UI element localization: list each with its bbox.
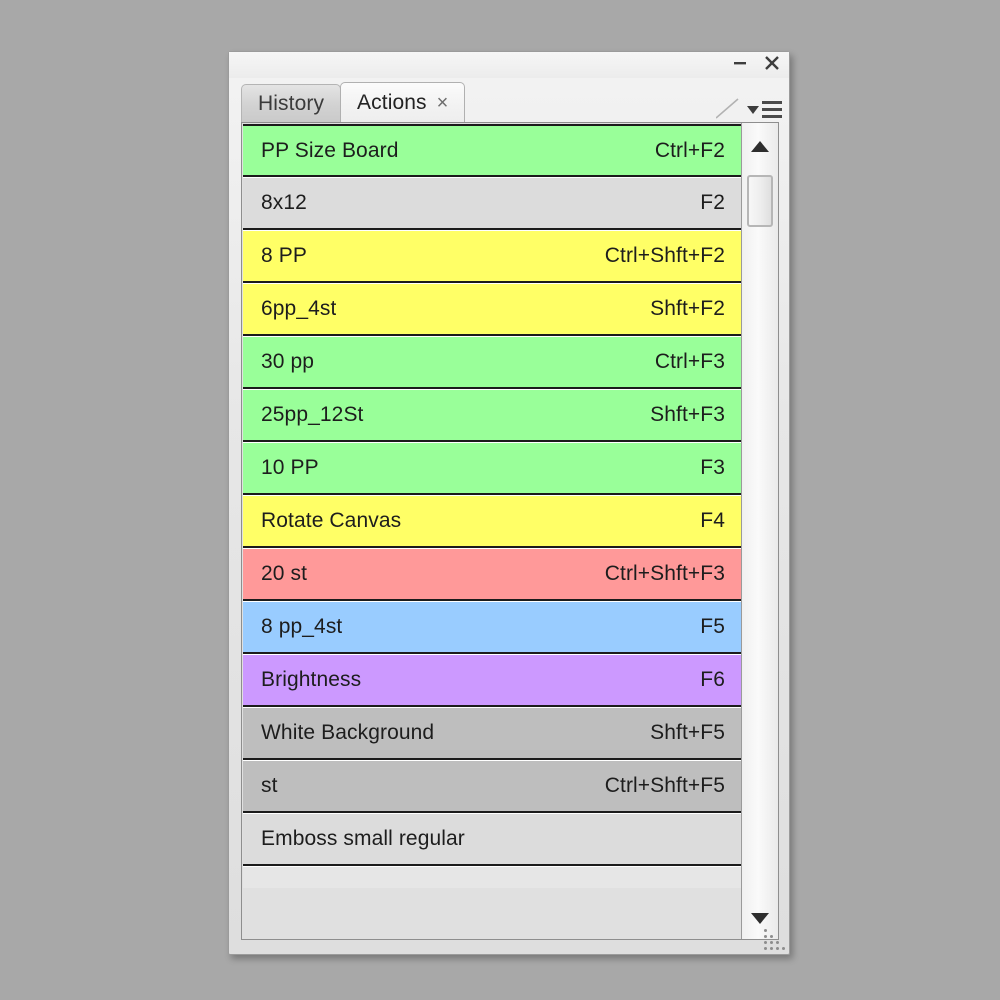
action-shortcut: F4 <box>700 509 725 532</box>
hamburger-icon <box>762 101 782 118</box>
actions-list-container: PP Size Board Ctrl+F2 8x12 F2 8 PP Ctrl+Shft+… <box>241 122 779 940</box>
grip-dot <box>776 941 779 944</box>
action-name: PP Size Board <box>261 138 399 162</box>
action-name: Emboss small regular <box>261 827 465 850</box>
action-row[interactable]: Brightness F6 <box>243 654 741 707</box>
action-shortcut: F2 <box>700 191 725 214</box>
action-row[interactable]: Rotate Canvas F4 <box>243 495 741 548</box>
action-shortcut: F6 <box>700 668 725 691</box>
panel-menu-button[interactable] <box>747 101 782 118</box>
tab-actions-label: Actions <box>357 90 427 114</box>
action-shortcut: Ctrl+Shft+F2 <box>604 244 725 267</box>
actions-list[interactable]: PP Size Board Ctrl+F2 8x12 F2 8 PP Ctrl+Shft+… <box>242 123 742 939</box>
action-row[interactable]: White Background Shft+F5 <box>243 707 741 760</box>
action-name: 25pp_12St <box>261 403 364 426</box>
grip-dot <box>782 947 785 950</box>
grip-dot <box>770 947 773 950</box>
grip-dot <box>770 935 773 938</box>
action-name: 8x12 <box>261 191 307 214</box>
action-name: 8 pp_4st <box>261 615 343 638</box>
tab-history[interactable]: History <box>241 84 342 122</box>
scrollbar-thumb[interactable] <box>747 175 773 227</box>
scroll-up-icon[interactable] <box>742 131 778 161</box>
window-controls <box>731 54 781 72</box>
action-name: 20 st <box>261 562 308 585</box>
panel-tab-strip: History Actions × <box>229 78 789 122</box>
action-row-partial[interactable] <box>243 866 741 888</box>
action-row[interactable]: Emboss small regular <box>243 813 741 866</box>
action-name: 6pp_4st <box>261 297 337 320</box>
resize-grip[interactable] <box>759 924 785 950</box>
action-shortcut: Shft+F5 <box>650 721 725 744</box>
tab-history-label: History <box>258 91 325 115</box>
action-name: 30 pp <box>261 350 315 373</box>
action-row[interactable]: 8x12 F2 <box>243 177 741 230</box>
action-shortcut: Ctrl+Shft+F3 <box>604 562 725 585</box>
action-row[interactable]: 20 st Ctrl+Shft+F3 <box>243 548 741 601</box>
panel-title-bar <box>229 52 789 78</box>
action-shortcut: Ctrl+F2 <box>654 138 725 162</box>
action-shortcut: Ctrl+Shft+F5 <box>604 774 725 797</box>
grip-dot <box>764 941 767 944</box>
action-row[interactable]: st Ctrl+Shft+F5 <box>243 760 741 813</box>
action-name: Brightness <box>261 668 362 691</box>
tab-actions-close-icon[interactable]: × <box>437 93 449 113</box>
action-shortcut: Shft+F2 <box>650 297 725 320</box>
action-row[interactable]: 30 pp Ctrl+F3 <box>243 336 741 389</box>
action-row[interactable]: 10 PP F3 <box>243 442 741 495</box>
action-row[interactable]: 8 PP Ctrl+Shft+F2 <box>243 230 741 283</box>
actions-list-scrollbar[interactable] <box>742 123 778 939</box>
action-row[interactable]: 8 pp_4st F5 <box>243 601 741 654</box>
grip-dot <box>770 941 773 944</box>
grip-dot <box>764 929 767 932</box>
scrollbar-track[interactable] <box>742 161 778 895</box>
action-name: 10 PP <box>261 456 319 479</box>
grip-dot <box>776 947 779 950</box>
chevron-down-icon <box>747 105 759 114</box>
action-name: Rotate Canvas <box>261 509 402 532</box>
action-shortcut: Ctrl+F3 <box>654 350 725 373</box>
action-row[interactable]: PP Size Board Ctrl+F2 <box>243 124 741 177</box>
tab-actions[interactable]: Actions × <box>340 82 466 122</box>
actions-panel-window: History Actions × PP Size Board Ctrl+F2 8x… <box>228 51 790 955</box>
close-icon[interactable] <box>763 54 781 72</box>
grip-dot <box>764 947 767 950</box>
action-shortcut: Shft+F3 <box>650 403 725 426</box>
action-name: st <box>261 774 278 797</box>
action-row[interactable]: 25pp_12St Shft+F3 <box>243 389 741 442</box>
action-shortcut: F5 <box>700 615 725 638</box>
desktop-background: History Actions × PP Size Board Ctrl+F2 8x… <box>0 0 1000 1000</box>
action-row[interactable]: 6pp_4st Shft+F2 <box>243 283 741 336</box>
minimize-icon[interactable] <box>731 54 749 72</box>
action-shortcut: F3 <box>700 456 725 479</box>
action-name: White Background <box>261 721 435 744</box>
action-name: 8 PP <box>261 244 307 267</box>
grip-dot <box>764 935 767 938</box>
